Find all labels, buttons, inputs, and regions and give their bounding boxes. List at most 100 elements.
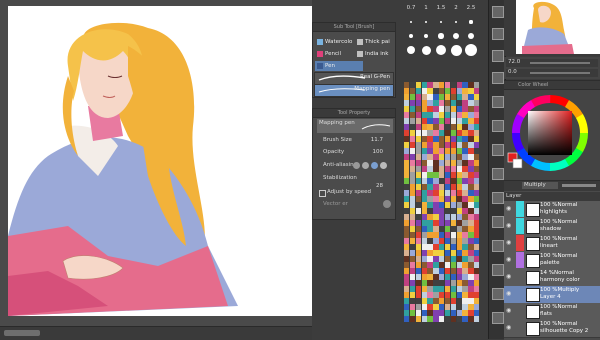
color-swatch[interactable] [409, 106, 416, 112]
color-swatch[interactable] [439, 130, 445, 136]
color-swatch[interactable] [404, 124, 410, 130]
color-swatch[interactable] [421, 148, 427, 154]
color-swatch[interactable] [409, 226, 416, 232]
color-swatch[interactable] [409, 142, 416, 148]
color-swatch[interactable] [444, 142, 451, 148]
color-swatch[interactable] [427, 214, 433, 220]
color-swatch[interactable] [450, 148, 457, 154]
color-swatch[interactable] [439, 214, 445, 220]
visibility-eye-icon[interactable]: ◉ [506, 274, 513, 280]
stabilization-row[interactable]: Stabilization 28 [317, 175, 393, 189]
brush-size-row[interactable]: Brush Size 11.7 [317, 137, 393, 147]
color-swatch[interactable] [474, 244, 480, 250]
color-swatch[interactable] [409, 304, 416, 310]
color-swatch[interactable] [404, 220, 410, 226]
color-swatch[interactable] [409, 148, 416, 154]
color-swatch[interactable] [474, 214, 480, 220]
color-swatch[interactable] [456, 250, 462, 256]
color-swatch[interactable] [444, 202, 451, 208]
color-swatch[interactable] [474, 262, 480, 268]
color-swatch[interactable] [456, 310, 462, 316]
color-swatch[interactable] [415, 274, 422, 280]
color-swatch[interactable] [427, 256, 433, 262]
canvas-scrollbar[interactable] [0, 326, 312, 340]
color-swatch[interactable] [427, 310, 433, 316]
zoom-row[interactable]: 72.0 [506, 59, 598, 67]
color-swatch[interactable] [444, 100, 451, 106]
color-swatch[interactable] [462, 262, 468, 268]
color-swatch[interactable] [468, 100, 474, 106]
color-swatch[interactable] [450, 130, 457, 136]
color-swatch[interactable] [468, 130, 474, 136]
color-swatch[interactable] [450, 238, 457, 244]
color-swatch[interactable] [409, 262, 416, 268]
color-swatch[interactable] [421, 82, 427, 88]
color-swatch[interactable] [468, 316, 474, 322]
color-swatch[interactable] [444, 196, 451, 202]
color-swatch[interactable] [404, 136, 410, 142]
color-swatch[interactable] [415, 124, 422, 130]
color-swatch[interactable] [415, 130, 422, 136]
color-swatch[interactable] [421, 298, 427, 304]
color-swatch[interactable] [421, 154, 427, 160]
color-swatch[interactable] [404, 112, 410, 118]
panel-toggle-icon[interactable] [492, 168, 504, 180]
color-swatch[interactable] [450, 208, 457, 214]
color-swatch[interactable] [462, 214, 468, 220]
subtool-india-ink[interactable]: India ink [355, 49, 403, 59]
layer-row[interactable]: ◉ 100 %Normal flats [504, 303, 600, 321]
color-swatch[interactable] [404, 316, 410, 322]
color-swatch[interactable] [415, 94, 422, 100]
color-swatch[interactable] [450, 100, 457, 106]
visibility-eye-icon[interactable]: ◉ [506, 308, 513, 314]
color-swatch[interactable] [409, 268, 416, 274]
brush-size-label[interactable]: 2 [449, 5, 463, 11]
color-swatch[interactable] [450, 88, 457, 94]
color-swatch[interactable] [439, 250, 445, 256]
color-swatch[interactable] [415, 106, 422, 112]
color-swatch[interactable] [415, 118, 422, 124]
color-swatch[interactable] [474, 190, 480, 196]
color-swatch[interactable] [409, 208, 416, 214]
color-swatch[interactable] [427, 304, 433, 310]
color-swatch[interactable] [474, 298, 480, 304]
color-swatch[interactable] [456, 238, 462, 244]
color-swatch[interactable] [433, 178, 439, 184]
color-swatch[interactable] [427, 238, 433, 244]
visibility-eye-icon[interactable]: ◉ [506, 257, 513, 263]
color-swatch[interactable] [409, 82, 416, 88]
antialias-none-icon[interactable] [353, 162, 360, 169]
color-swatch[interactable] [409, 100, 416, 106]
color-swatch[interactable] [421, 232, 427, 238]
color-swatch[interactable] [433, 100, 439, 106]
color-swatch[interactable] [444, 94, 451, 100]
color-swatch[interactable] [474, 232, 480, 238]
panel-toggle-icon[interactable] [492, 96, 504, 108]
color-swatch[interactable] [427, 226, 433, 232]
color-swatch[interactable] [444, 310, 451, 316]
color-swatch[interactable] [409, 298, 416, 304]
color-swatch[interactable] [439, 286, 445, 292]
color-swatch[interactable] [404, 172, 410, 178]
color-swatch[interactable] [439, 172, 445, 178]
color-swatch[interactable] [462, 142, 468, 148]
color-swatch[interactable] [433, 292, 439, 298]
color-swatch[interactable] [456, 208, 462, 214]
color-swatch[interactable] [450, 196, 457, 202]
color-swatch[interactable] [409, 196, 416, 202]
color-swatch[interactable] [456, 304, 462, 310]
color-swatch[interactable] [421, 256, 427, 262]
color-swatch[interactable] [433, 112, 439, 118]
color-swatch[interactable] [427, 196, 433, 202]
color-swatch[interactable] [433, 88, 439, 94]
color-swatch[interactable] [404, 82, 410, 88]
color-swatch[interactable] [404, 88, 410, 94]
brush-size-dot[interactable] [453, 33, 459, 39]
brush-mapping-pen[interactable]: Mapping pen [314, 84, 394, 97]
color-swatch[interactable] [427, 94, 433, 100]
color-swatch[interactable] [439, 118, 445, 124]
panel-toggle-icon[interactable] [492, 144, 504, 156]
color-swatch[interactable] [474, 304, 480, 310]
color-swatch[interactable] [427, 280, 433, 286]
color-swatch[interactable] [427, 88, 433, 94]
